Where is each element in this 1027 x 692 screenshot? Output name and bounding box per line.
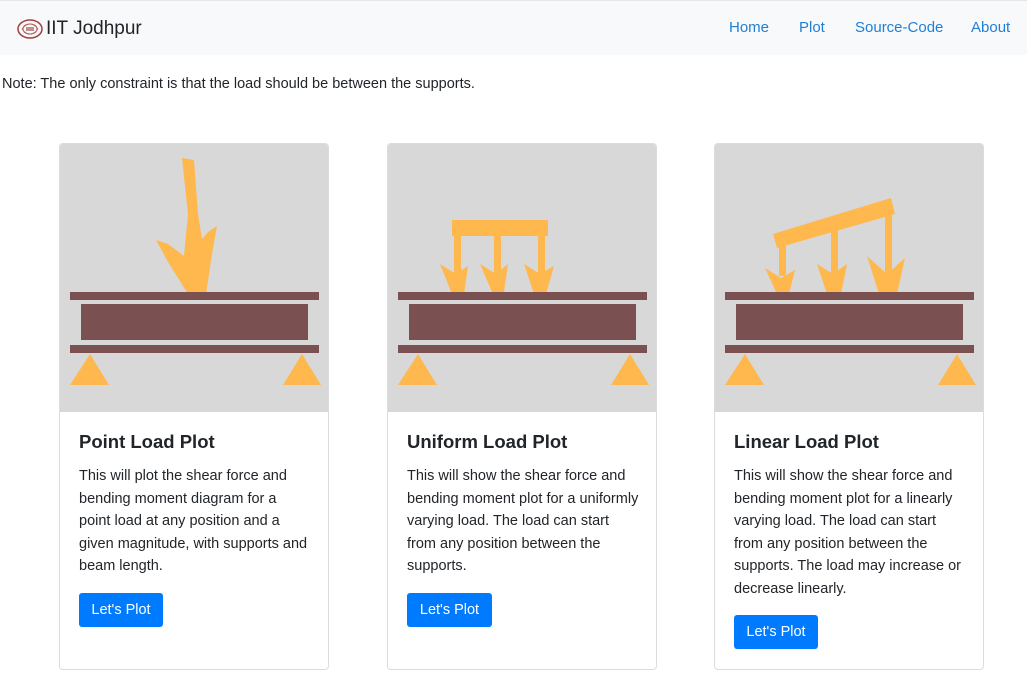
card-text: This will plot the shear force and bendi…: [79, 468, 308, 575]
card-text: This will show the shear force and bendi…: [734, 468, 962, 597]
card-uniform-load: Uniform Load Plot This will show the she…: [387, 143, 657, 670]
card-title: Point Load Plot: [79, 431, 215, 452]
card-title: Uniform Load Plot: [407, 431, 568, 452]
nav-link-source-code[interactable]: Source-Code: [855, 19, 943, 36]
lets-plot-button[interactable]: Let's Plot: [79, 593, 163, 627]
lets-plot-button[interactable]: Let's Plot: [407, 593, 492, 627]
navbar-brand[interactable]: IIT Jodhpur: [16, 15, 142, 43]
card-title: Linear Load Plot: [734, 431, 879, 452]
brand-name: IIT Jodhpur: [46, 18, 142, 39]
navbar: IIT Jodhpur Home Plot Source-Code About: [0, 0, 1027, 55]
nav-link-home[interactable]: Home: [729, 19, 769, 36]
uniform-load-beam-illustration: [388, 144, 656, 412]
point-load-beam-illustration: [60, 144, 328, 412]
lets-plot-button[interactable]: Let's Plot: [734, 615, 818, 649]
constraint-note: Note: The only constraint is that the lo…: [2, 76, 475, 92]
linear-load-beam-illustration: [715, 144, 983, 412]
card-linear-load: Linear Load Plot This will show the shea…: [714, 143, 984, 670]
card-text: This will show the shear force and bendi…: [407, 468, 639, 575]
nav-link-about[interactable]: About: [971, 19, 1010, 36]
nav-link-plot[interactable]: Plot: [799, 19, 825, 36]
iit-jodhpur-logo-icon: [17, 19, 43, 39]
card-point-load: Point Load Plot This will plot the shear…: [59, 143, 329, 670]
